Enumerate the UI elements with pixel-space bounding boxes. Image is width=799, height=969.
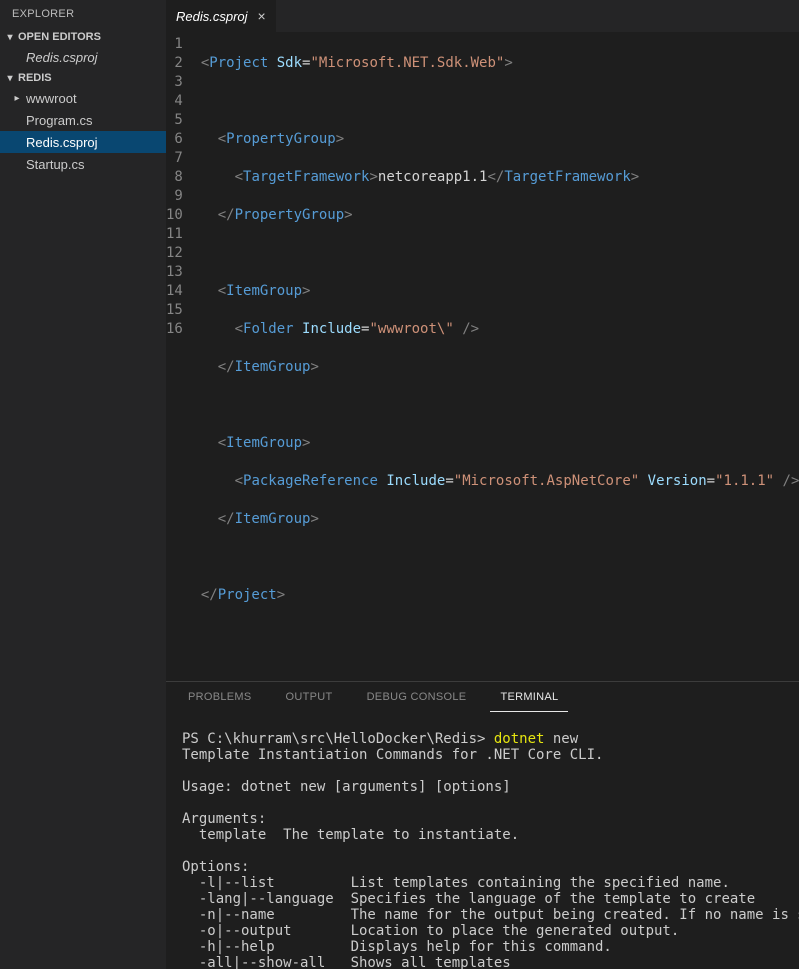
tab-problems[interactable]: PROBLEMS [178,682,262,712]
open-editors-header[interactable]: ▾ OPEN EDITORS [0,28,166,46]
tab-bar: Redis.csproj × [166,0,799,32]
chevron-right-icon: ▸ [10,93,24,104]
terminal-output[interactable]: PS C:\khurram\src\HelloDocker\Redis> dot… [166,712,799,969]
code-content[interactable]: <Project Sdk="Microsoft.NET.Sdk.Web"> <P… [201,35,799,681]
tree-item-label: Startup.cs [24,157,85,172]
explorer-sidebar: EXPLORER ▾ OPEN EDITORS Redis.csproj ▾ R… [0,0,166,969]
code-editor[interactable]: 1234 5678 9101112 13141516 <Project Sdk=… [166,32,799,681]
tree-file-startup[interactable]: Startup.cs [0,153,166,175]
tree-item-label: wwwroot [24,91,77,106]
tab-title: Redis.csproj [176,9,248,24]
line-gutter: 1234 5678 9101112 13141516 [166,35,201,681]
tree-file-program[interactable]: Program.cs [0,109,166,131]
tree-file-redis-csproj[interactable]: Redis.csproj [0,131,166,153]
tree-item-label: Redis.csproj [24,135,98,150]
tab-terminal[interactable]: TERMINAL [490,682,568,712]
editor-area: Redis.csproj × 1234 5678 9101112 1314151… [166,0,799,969]
open-editors-label: OPEN EDITORS [18,31,101,43]
tab-output[interactable]: OUTPUT [276,682,343,712]
explorer-title: EXPLORER [0,0,166,28]
panel-tabs: PROBLEMS OUTPUT DEBUG CONSOLE TERMINAL [166,682,799,712]
folder-header[interactable]: ▾ REDIS [0,69,166,87]
folder-label: REDIS [18,72,52,84]
open-editor-item[interactable]: Redis.csproj [0,46,166,69]
tab-debug-console[interactable]: DEBUG CONSOLE [357,682,477,712]
chevron-down-icon: ▾ [4,73,16,84]
chevron-down-icon: ▾ [4,32,16,43]
tree-item-label: Program.cs [24,113,92,128]
editor-tab[interactable]: Redis.csproj × [166,0,276,32]
close-icon[interactable]: × [258,8,266,24]
tree-folder-wwwroot[interactable]: ▸ wwwroot [0,87,166,109]
bottom-panel: PROBLEMS OUTPUT DEBUG CONSOLE TERMINAL P… [166,681,799,969]
file-tree: ▸ wwwroot Program.cs Redis.csproj Startu… [0,87,166,175]
